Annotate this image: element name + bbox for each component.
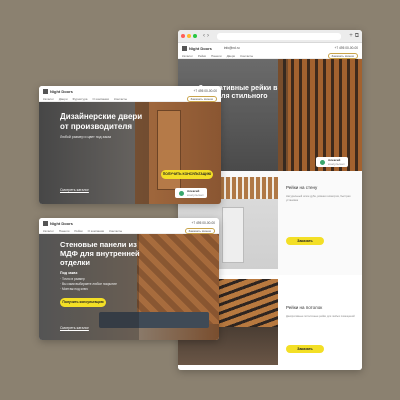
menu-item[interactable]: О компании bbox=[88, 229, 105, 233]
menu-item[interactable]: Рейки bbox=[198, 54, 206, 58]
consultant-badge[interactable]: Алексей консультант bbox=[175, 188, 207, 198]
menu-item[interactable]: Каталог bbox=[43, 229, 54, 233]
section2-title: Рейки на потолок bbox=[286, 305, 323, 310]
callback-button[interactable]: Заказать звонок bbox=[184, 227, 215, 234]
forward-icon[interactable]: › bbox=[207, 33, 209, 39]
section1-text: Натуральный шпон дуба, ровная геометрия,… bbox=[286, 195, 351, 202]
logo-icon bbox=[43, 220, 48, 226]
header-phone[interactable]: +7 495 00-00-00 bbox=[194, 89, 217, 93]
menu-item[interactable]: Панели bbox=[59, 229, 69, 233]
header-phone[interactable]: +7 495 00-00-00 bbox=[335, 46, 358, 50]
minimize-dot[interactable] bbox=[187, 34, 191, 38]
close-dot[interactable] bbox=[181, 34, 185, 38]
mdf-panel-wall bbox=[137, 234, 219, 324]
menu-item[interactable]: Фурнитура bbox=[73, 97, 88, 101]
catalog-link[interactable]: Смотреть каталог bbox=[60, 326, 89, 330]
benefit-text: Монтаж под ключ bbox=[61, 287, 88, 291]
section2-text: Декоративные потолочные рейки для любых … bbox=[286, 315, 355, 318]
benefit-text: Точно в размер bbox=[61, 277, 85, 281]
panels-landing-card: Night Doors +7 495 00-00-00 Каталог Пане… bbox=[39, 218, 219, 340]
menu-item[interactable]: О компании bbox=[92, 97, 109, 101]
hero-wall-slats bbox=[278, 59, 362, 171]
section1-button[interactable]: Заказать bbox=[286, 237, 324, 245]
logo-text: Night Doors bbox=[50, 220, 73, 226]
back-icon[interactable]: ‹ bbox=[203, 33, 205, 39]
cta-button[interactable]: Получить консультацию bbox=[60, 298, 106, 307]
catalog-link[interactable]: Смотреть каталог bbox=[60, 188, 89, 192]
menu-item[interactable]: Каталог bbox=[182, 54, 193, 58]
menu-item[interactable]: Рейки bbox=[74, 229, 82, 233]
logo-icon bbox=[182, 45, 187, 51]
hero-section: Дизайнерские двери от производителя Любо… bbox=[39, 102, 221, 204]
menu-item[interactable]: Контакты bbox=[109, 229, 122, 233]
benefit-item: · Монтаж под ключ bbox=[60, 287, 88, 291]
benefit-text: Вы сами выбираете любое покрытие bbox=[61, 282, 117, 286]
callback-button[interactable]: Заказать звонок bbox=[186, 95, 217, 102]
header-email[interactable]: info@nd.ru bbox=[224, 46, 240, 50]
logo[interactable]: Night Doors bbox=[182, 45, 212, 51]
consultant-badge[interactable]: Алексей консультант bbox=[316, 157, 348, 167]
logo-text: Night Doors bbox=[189, 45, 212, 51]
logo[interactable]: Night Doors bbox=[43, 220, 73, 226]
avatar bbox=[319, 158, 326, 166]
logo-text: Night Doors bbox=[50, 88, 73, 94]
menu-item[interactable]: Контакты bbox=[114, 97, 127, 101]
menu-item[interactable]: Контакты bbox=[240, 54, 253, 58]
hero-subtitle: Любой размер и цвет под заказ bbox=[60, 135, 112, 139]
hero-title-line1: Стеновые панели из bbox=[60, 240, 137, 249]
maximize-dot[interactable] bbox=[193, 34, 197, 38]
site-header: Night Doors +7 495 00-00-00 bbox=[39, 86, 221, 96]
doors-landing-card: Night Doors +7 495 00-00-00 Каталог Двер… bbox=[39, 86, 221, 204]
menu-item[interactable]: Каталог bbox=[43, 97, 54, 101]
hero-title-line2: МДФ для внутренней bbox=[60, 249, 140, 258]
logo[interactable]: Night Doors bbox=[43, 88, 73, 94]
door-shape bbox=[222, 207, 244, 263]
site-header: Night Doors +7 495 00-00-00 bbox=[39, 218, 219, 228]
hero-section: Стеновые панели из МДФ для внутренней от… bbox=[39, 234, 219, 340]
list-title: Под заказ bbox=[60, 271, 78, 275]
benefit-item: · Вы сами выбираете любое покрытие bbox=[60, 282, 117, 286]
browser-chrome: ‹ › + ⧉ bbox=[178, 30, 362, 43]
logo-icon bbox=[43, 88, 48, 94]
site-header: Night Doors info@nd.ru +7 495 00-00-00 bbox=[178, 43, 362, 53]
benefit-item: · Точно в размер bbox=[60, 277, 85, 281]
section2-button[interactable]: Заказать bbox=[286, 345, 324, 353]
new-tab-icon[interactable]: + bbox=[349, 33, 353, 39]
url-bar[interactable] bbox=[217, 32, 342, 40]
cta-button[interactable]: ПОЛУЧИТЬ КОНСУЛЬТАЦИЮ bbox=[161, 170, 213, 179]
menu-item[interactable]: Двери bbox=[59, 97, 68, 101]
header-phone[interactable]: +7 495 00-00-00 bbox=[192, 221, 215, 225]
avatar bbox=[178, 189, 185, 197]
menu-item[interactable]: Панели bbox=[211, 54, 221, 58]
callback-button[interactable]: Заказать звонок bbox=[327, 52, 358, 59]
hero-title-line1: Дизайнерские двери bbox=[60, 112, 143, 121]
section1-title: Рейки на стену bbox=[286, 185, 318, 190]
menu-item[interactable]: Двери bbox=[227, 54, 236, 58]
hero-title-line2: от производителя bbox=[60, 122, 133, 131]
copy-icon[interactable]: ⧉ bbox=[355, 33, 359, 39]
consultant-role: консультант bbox=[187, 193, 204, 197]
consultant-role: консультант bbox=[328, 162, 345, 166]
hero-title-line3: отделки bbox=[60, 258, 91, 267]
